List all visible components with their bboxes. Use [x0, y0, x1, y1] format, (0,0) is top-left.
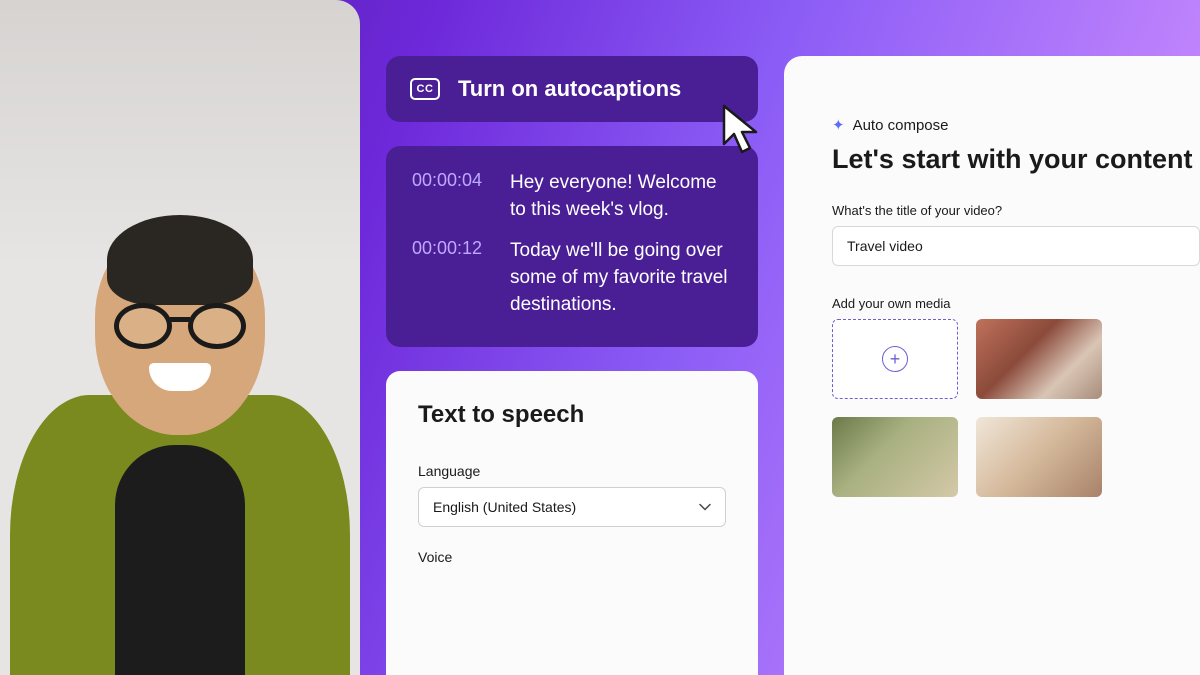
language-value: English (United States): [433, 499, 576, 515]
language-select[interactable]: English (United States): [418, 487, 726, 527]
video-title-value: Travel video: [847, 238, 923, 254]
media-thumbnail[interactable]: [832, 417, 958, 497]
caption-row: 00:00:04 Hey everyone! Welcome to this w…: [412, 170, 732, 224]
autocaptions-button[interactable]: CC Turn on autocaptions: [386, 56, 758, 122]
caption-row: 00:00:12 Today we'll be going over some …: [412, 238, 732, 319]
voice-label: Voice: [418, 549, 726, 565]
compose-heading: Let's start with your content: [832, 144, 1200, 175]
text-to-speech-panel: Text to speech Language English (United …: [386, 371, 758, 675]
chevron-down-icon: [699, 501, 711, 513]
video-title-input[interactable]: Travel video: [832, 226, 1200, 266]
media-thumbnail[interactable]: [976, 417, 1102, 497]
add-media-button[interactable]: +: [832, 319, 958, 399]
tts-title: Text to speech: [418, 401, 726, 429]
cursor-icon: [718, 102, 762, 156]
caption-timestamp: 00:00:12: [412, 238, 494, 319]
caption-text: Today we'll be going over some of my fav…: [510, 238, 732, 319]
video-title-label: What's the title of your video?: [832, 203, 1200, 218]
caption-timestamp: 00:00:04: [412, 170, 494, 224]
captions-panel: 00:00:04 Hey everyone! Welcome to this w…: [386, 146, 758, 347]
media-thumbnail[interactable]: [976, 319, 1102, 399]
autocaptions-label: Turn on autocaptions: [458, 76, 681, 102]
presenter-photo: [0, 0, 360, 675]
auto-compose-panel: ✦ Auto compose Let's start with your con…: [784, 56, 1200, 675]
auto-compose-badge: Auto compose: [853, 117, 949, 134]
plus-icon: +: [882, 346, 908, 372]
caption-text: Hey everyone! Welcome to this week's vlo…: [510, 170, 732, 224]
add-media-label: Add your own media: [832, 296, 1200, 311]
media-grid: +: [832, 319, 1200, 497]
language-label: Language: [418, 463, 726, 479]
closed-captions-icon: CC: [410, 78, 440, 100]
sparkle-icon: ✦: [832, 116, 845, 134]
